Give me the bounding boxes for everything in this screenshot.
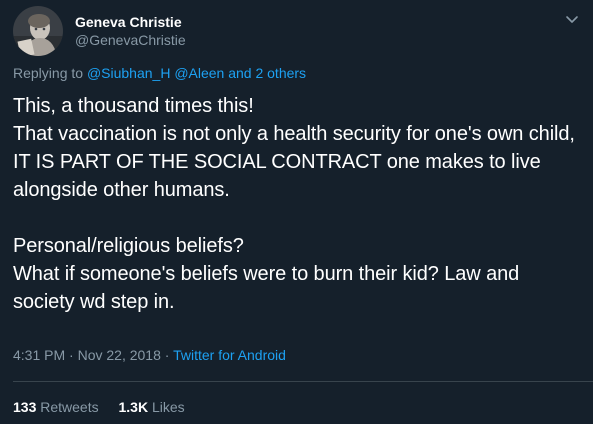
tweet-time[interactable]: 4:31 PM — [13, 347, 65, 363]
tweet-date[interactable]: Nov 22, 2018 — [78, 347, 161, 363]
avatar[interactable] — [13, 6, 63, 56]
tweet-meta: 4:31 PM · Nov 22, 2018 · Twitter for And… — [13, 346, 286, 364]
tweet-text: This, a thousand times this! That vaccin… — [13, 95, 575, 313]
tweet-card: Geneva Christie @GenevaChristie Replying… — [0, 0, 593, 424]
replying-to-label: Replying to — [13, 65, 84, 81]
likes-label: Likes — [151, 399, 185, 415]
chevron-down-icon[interactable] — [565, 12, 579, 26]
reply-mentions-link[interactable]: @Siubhan_H @Aleen and 2 others — [87, 65, 306, 81]
avatar-photo-icon — [13, 6, 63, 56]
likes-count: 1.3K — [118, 399, 149, 415]
tweet-stats: 133 Retweets 1.3K Likes — [13, 398, 185, 416]
retweets-stat[interactable]: 133 Retweets — [13, 398, 99, 416]
tweet-source-link[interactable]: Twitter for Android — [173, 347, 286, 363]
separator-dot: · — [69, 347, 74, 363]
replying-to: Replying to @Siubhan_H @Aleen and 2 othe… — [13, 64, 306, 82]
retweets-count: 133 — [13, 399, 37, 415]
separator-dot: · — [164, 347, 170, 363]
display-name[interactable]: Geneva Christie — [75, 13, 182, 31]
divider — [13, 381, 593, 382]
user-handle[interactable]: @GenevaChristie — [75, 31, 186, 49]
retweets-label: Retweets — [40, 399, 99, 415]
likes-stat[interactable]: 1.3K Likes — [119, 398, 185, 416]
